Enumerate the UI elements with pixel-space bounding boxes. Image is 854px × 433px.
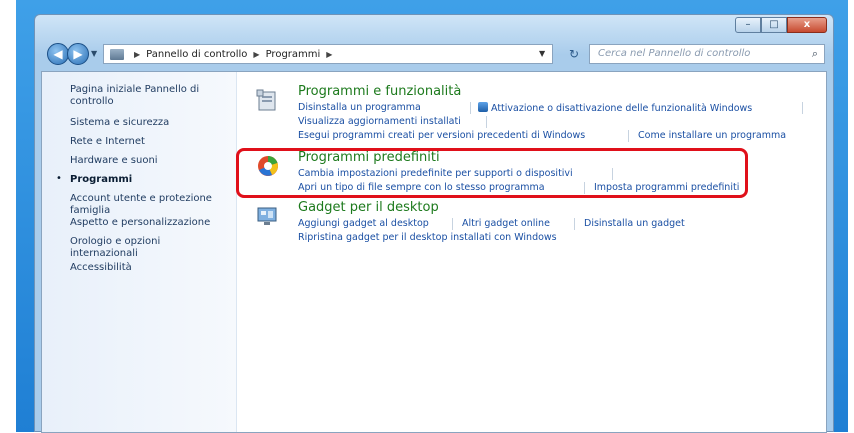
desktop-gadgets-icon — [257, 207, 277, 225]
minimize-button[interactable]: – — [735, 17, 761, 33]
uninstall-gadget-link[interactable]: Disinstalla un gadget — [584, 218, 685, 229]
control-panel-window: – □ x ◀ ▶ ▼ ▶ Pannello di controllo ▶ Pr… — [34, 14, 834, 433]
link-divider — [452, 218, 453, 230]
sidebar-item-appearance[interactable]: Aspetto e personalizzazione — [70, 217, 220, 229]
sidebar-item-network[interactable]: Rete e Internet — [70, 136, 220, 148]
link-divider — [486, 116, 487, 128]
content-area: Pagina iniziale Pannello di controllo Si… — [41, 71, 827, 433]
programs-features-icon — [256, 89, 276, 111]
search-input[interactable]: Cerca nel Pannello di controllo ⌕ — [589, 44, 825, 64]
more-gadgets-online-link[interactable]: Altri gadget online — [462, 218, 550, 229]
link-divider — [802, 102, 803, 114]
main-pane: Programmi e funzionalità Disinstalla un … — [236, 72, 826, 432]
breadcrumb-arrow-icon[interactable]: ▶ — [326, 50, 332, 59]
link-divider — [574, 218, 575, 230]
breadcrumb-item-programs[interactable]: Programmi — [266, 49, 321, 60]
installed-updates-link[interactable]: Visualizza aggiornamenti installati — [298, 116, 461, 127]
control-panel-icon — [110, 48, 124, 60]
search-icon[interactable]: ⌕ — [812, 45, 818, 63]
link-divider — [470, 102, 471, 114]
recent-pages-chevron-icon[interactable]: ▼ — [91, 49, 97, 58]
refresh-icon[interactable]: ↻ — [563, 45, 585, 63]
search-placeholder: Cerca nel Pannello di controllo — [598, 48, 751, 59]
category-title[interactable]: Programmi e funzionalità — [298, 84, 461, 99]
restore-gadgets-link[interactable]: Ripristina gadget per il desktop install… — [298, 232, 557, 243]
sidebar-item-user-accounts[interactable]: Account utente e protezione famiglia — [70, 193, 220, 217]
address-dropdown-icon[interactable]: ▼ — [539, 49, 545, 58]
uninstall-program-link[interactable]: Disinstalla un programma — [298, 102, 421, 113]
sidebar-item-security[interactable]: Sistema e sicurezza — [70, 117, 220, 129]
breadcrumb-arrow-icon[interactable]: ▶ — [253, 50, 259, 59]
compatibility-programs-link[interactable]: Esegui programmi creati per versioni pre… — [298, 130, 585, 141]
active-bullet-icon: • — [56, 173, 62, 184]
highlight-box — [236, 148, 748, 198]
link-divider — [628, 130, 629, 142]
sidebar-item-accessibility[interactable]: Accessibilità — [70, 262, 220, 274]
forward-button[interactable]: ▶ — [67, 43, 89, 65]
sidebar: Pagina iniziale Pannello di controllo Si… — [42, 72, 237, 432]
breadcrumb-item-control-panel[interactable]: Pannello di controllo — [146, 49, 247, 60]
back-button[interactable]: ◀ — [47, 43, 69, 65]
breadcrumb-arrow-icon[interactable]: ▶ — [134, 50, 140, 59]
caption-buttons: – □ x — [735, 17, 827, 33]
address-bar: ◀ ▶ ▼ ▶ Pannello di controllo ▶ Programm… — [41, 43, 827, 67]
sidebar-item-home[interactable]: Pagina iniziale Pannello di controllo — [70, 84, 220, 108]
category-title[interactable]: Gadget per il desktop — [298, 200, 439, 215]
sidebar-item-hardware[interactable]: Hardware e suoni — [70, 155, 220, 167]
how-to-install-link[interactable]: Come installare un programma — [638, 130, 786, 141]
add-gadget-link[interactable]: Aggiungi gadget al desktop — [298, 218, 429, 229]
maximize-button[interactable]: □ — [761, 17, 787, 33]
sidebar-item-programs[interactable]: Programmi — [70, 174, 220, 186]
windows-features-label: Attivazione o disattivazione delle funzi… — [491, 103, 753, 114]
sidebar-item-clock-region[interactable]: Orologio e opzioni internazionali — [70, 236, 220, 260]
windows-features-link[interactable]: Attivazione o disattivazione delle funzi… — [478, 102, 752, 114]
close-button[interactable]: x — [787, 17, 827, 33]
breadcrumb[interactable]: ▶ Pannello di controllo ▶ Programmi ▶ — [103, 44, 553, 64]
shield-icon — [478, 102, 488, 112]
